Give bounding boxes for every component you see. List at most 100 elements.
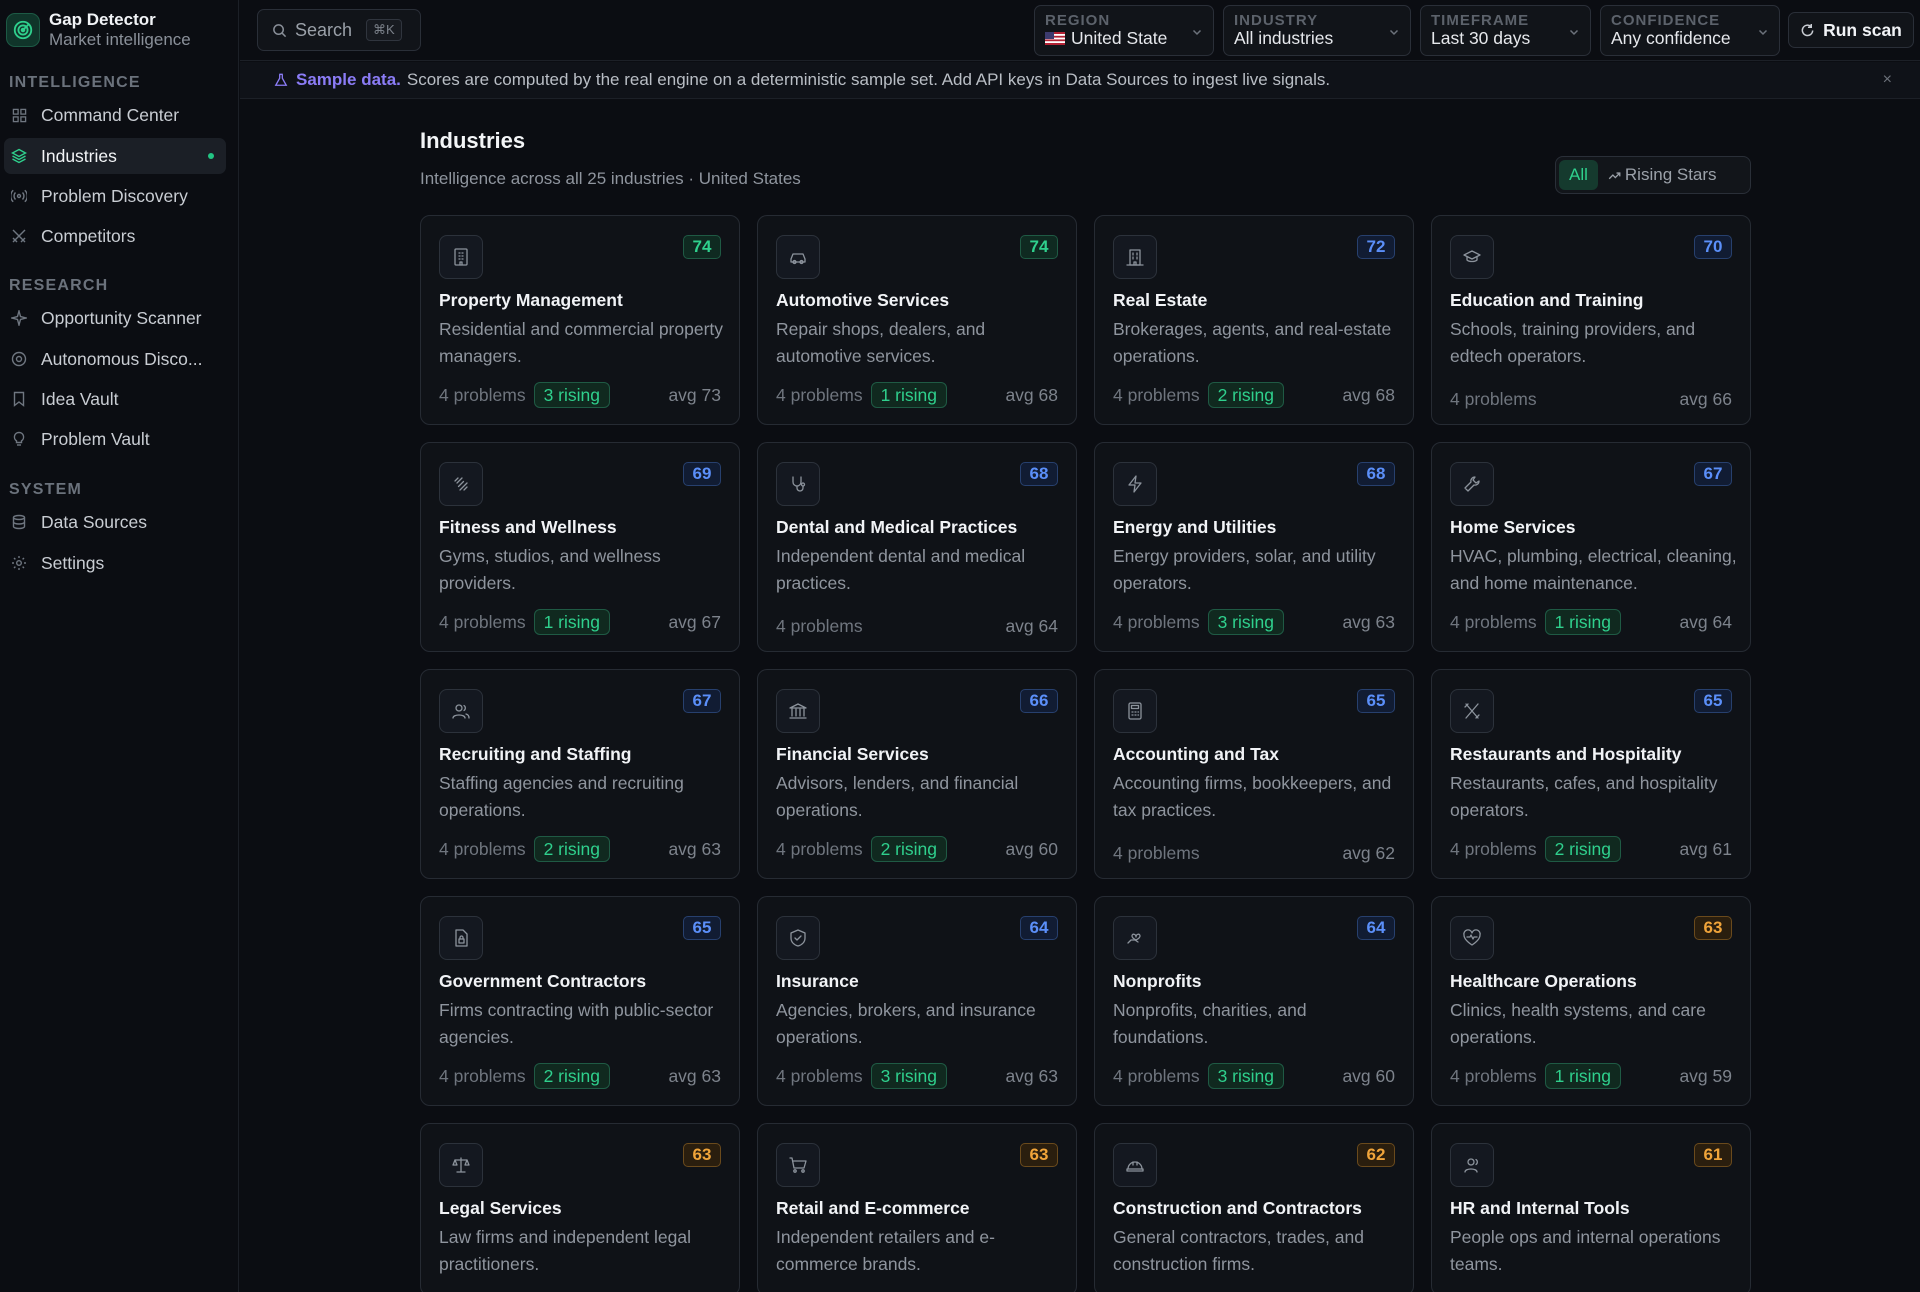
graduation-cap-icon bbox=[1450, 235, 1494, 279]
sidebar-item-idea-vault[interactable]: Idea Vault bbox=[4, 381, 226, 417]
sidebar-item-opportunity-scanner[interactable]: Opportunity Scanner bbox=[4, 300, 226, 336]
refresh-icon bbox=[1800, 23, 1815, 38]
sidebar-item-problem-vault[interactable]: Problem Vault bbox=[4, 421, 226, 457]
industry-card[interactable]: 64 Nonprofits Nonprofits, charities, and… bbox=[1094, 896, 1414, 1106]
user-group-icon bbox=[1450, 1143, 1494, 1187]
nav-section-research: RESEARCH bbox=[9, 277, 109, 294]
rising-badge: 3 rising bbox=[1207, 1063, 1284, 1089]
rising-badge: 1 rising bbox=[1544, 1063, 1621, 1089]
brand[interactable]: Gap Detector Market intelligence bbox=[6, 10, 191, 50]
users-icon bbox=[439, 689, 483, 733]
industry-card[interactable]: 69 Fitness and Wellness Gyms, studios, a… bbox=[420, 442, 740, 652]
industry-card[interactable]: 65 Accounting and Tax Accounting firms, … bbox=[1094, 669, 1414, 879]
opportunity-score-badge: 67 bbox=[1694, 462, 1732, 486]
segment-all[interactable]: All bbox=[1559, 160, 1598, 190]
nav-section-intelligence: INTELLIGENCE bbox=[9, 74, 141, 91]
filter-value: Last 30 days bbox=[1431, 28, 1531, 48]
industry-card[interactable]: 74 Automotive Services Repair shops, dea… bbox=[757, 215, 1077, 425]
region-select[interactable]: REGION United State bbox=[1034, 5, 1214, 56]
industry-card[interactable]: 66 Financial Services Advisors, lenders,… bbox=[757, 669, 1077, 879]
database-icon bbox=[10, 513, 28, 531]
industry-card[interactable]: 64 Insurance Agencies, brokers, and insu… bbox=[757, 896, 1077, 1106]
search-shortcut: ⌘K bbox=[366, 19, 402, 41]
problem-count: 4 problems bbox=[1450, 1065, 1537, 1086]
rising-badge: 1 rising bbox=[533, 609, 610, 635]
industry-card[interactable]: 61 HR and Internal Tools People ops and … bbox=[1431, 1123, 1751, 1292]
avg-score: avg 61 bbox=[1679, 838, 1732, 859]
industry-card[interactable]: 63 Retail and E-commerce Independent ret… bbox=[757, 1123, 1077, 1292]
card-footer: 4 problems avg 66 bbox=[1450, 386, 1732, 412]
opportunity-score-badge: 69 bbox=[683, 462, 721, 486]
sidebar-item-label: Opportunity Scanner bbox=[41, 307, 202, 328]
industry-card[interactable]: 72 Real Estate Brokerages, agents, and r… bbox=[1094, 215, 1414, 425]
card-description: Clinics, health systems, and care operat… bbox=[1450, 1000, 1706, 1047]
card-footer: 4 problems 2 rising avg 63 bbox=[439, 836, 721, 862]
cart-icon bbox=[776, 1143, 820, 1187]
segment-rising-stars[interactable]: Rising Stars bbox=[1598, 160, 1727, 190]
stethoscope-icon bbox=[776, 462, 820, 506]
rising-badge: 2 rising bbox=[533, 836, 610, 862]
industry-card[interactable]: 67 Home Services HVAC, plumbing, electri… bbox=[1431, 442, 1751, 652]
card-description: Restaurants, cafes, and hospitality oper… bbox=[1450, 773, 1718, 820]
dumbbell-icon bbox=[439, 462, 483, 506]
crossed-swords-icon bbox=[10, 227, 28, 245]
problem-count: 4 problems bbox=[1113, 384, 1200, 405]
timeframe-select[interactable]: TIMEFRAME Last 30 days bbox=[1420, 5, 1591, 56]
card-footer: 4 problems 2 rising avg 68 bbox=[1113, 382, 1395, 408]
sidebar-item-settings[interactable]: Settings bbox=[4, 545, 226, 581]
problem-count: 4 problems bbox=[1113, 842, 1200, 863]
avg-score: avg 59 bbox=[1679, 1065, 1732, 1086]
nav-section-system: SYSTEM bbox=[9, 481, 82, 498]
radar-icon bbox=[10, 187, 28, 205]
problem-count: 4 problems bbox=[439, 384, 526, 405]
opportunity-score-badge: 70 bbox=[1694, 235, 1732, 259]
sidebar-item-data-sources[interactable]: Data Sources bbox=[4, 504, 226, 540]
lightning-icon bbox=[1113, 462, 1157, 506]
opportunity-score-badge: 72 bbox=[1357, 235, 1395, 259]
industry-card[interactable]: 62 Construction and Contractors General … bbox=[1094, 1123, 1414, 1292]
industry-card[interactable]: 70 Education and Training Schools, train… bbox=[1431, 215, 1751, 425]
industry-card[interactable]: 68 Energy and Utilities Energy providers… bbox=[1094, 442, 1414, 652]
sidebar-item-problem-discovery[interactable]: Problem Discovery bbox=[4, 178, 226, 214]
industry-card[interactable]: 67 Recruiting and Staffing Staffing agen… bbox=[420, 669, 740, 879]
card-footer: 4 problems 3 rising avg 60 bbox=[1113, 1063, 1395, 1089]
top-bar: Search ⌘K REGION United State INDUSTRY A… bbox=[240, 0, 1920, 61]
industry-card[interactable]: 63 Healthcare Operations Clinics, health… bbox=[1431, 896, 1751, 1106]
avg-score: avg 64 bbox=[1005, 615, 1058, 636]
segment-label: All bbox=[1569, 165, 1588, 184]
filter-value: Any confidence bbox=[1611, 28, 1731, 48]
sidebar-item-label: Settings bbox=[41, 552, 105, 573]
sidebar-item-command-center[interactable]: Command Center bbox=[4, 97, 226, 133]
opportunity-score-badge: 65 bbox=[1694, 689, 1732, 713]
sidebar-item-autonomous-discovery[interactable]: Autonomous Disco... bbox=[4, 341, 226, 377]
problem-count: 4 problems bbox=[439, 838, 526, 859]
industry-card[interactable]: 63 Legal Services Law firms and independ… bbox=[420, 1123, 740, 1292]
card-title: Retail and E-commerce bbox=[776, 1198, 970, 1218]
close-icon[interactable]: × bbox=[1883, 71, 1892, 89]
card-footer: 4 problems 3 rising avg 73 bbox=[439, 382, 721, 408]
search-button[interactable]: Search ⌘K bbox=[257, 9, 421, 51]
industry-card[interactable]: 68 Dental and Medical Practices Independ… bbox=[757, 442, 1077, 652]
sidebar-item-competitors[interactable]: Competitors bbox=[4, 218, 226, 254]
opportunity-score-badge: 63 bbox=[1020, 1143, 1058, 1167]
sidebar-item-label: Problem Discovery bbox=[41, 185, 188, 206]
rising-badge: 3 rising bbox=[1207, 609, 1284, 635]
confidence-select[interactable]: CONFIDENCE Any confidence bbox=[1600, 5, 1780, 56]
sidebar-item-industries[interactable]: Industries bbox=[4, 138, 226, 174]
brand-subtitle: Market intelligence bbox=[49, 30, 191, 49]
industry-card[interactable]: 74 Property Management Residential and c… bbox=[420, 215, 740, 425]
card-description: Gyms, studios, and wellness providers. bbox=[439, 546, 661, 593]
run-scan-button[interactable]: Run scan bbox=[1788, 12, 1914, 48]
opportunity-score-badge: 68 bbox=[1357, 462, 1395, 486]
avg-score: avg 63 bbox=[1342, 611, 1395, 632]
segment-label: Rising Stars bbox=[1624, 165, 1717, 184]
card-description: Firms contracting with public-sector age… bbox=[439, 1000, 714, 1047]
industry-select[interactable]: INDUSTRY All industries bbox=[1223, 5, 1411, 56]
industry-card[interactable]: 65 Government Contractors Firms contract… bbox=[420, 896, 740, 1106]
industry-card[interactable]: 65 Restaurants and Hospitality Restauran… bbox=[1431, 669, 1751, 879]
card-title: Nonprofits bbox=[1113, 971, 1202, 991]
layers-icon bbox=[10, 147, 28, 165]
sparkle-icon bbox=[10, 309, 28, 327]
sidebar-item-label: Idea Vault bbox=[41, 388, 119, 409]
opportunity-score-badge: 64 bbox=[1020, 916, 1058, 940]
